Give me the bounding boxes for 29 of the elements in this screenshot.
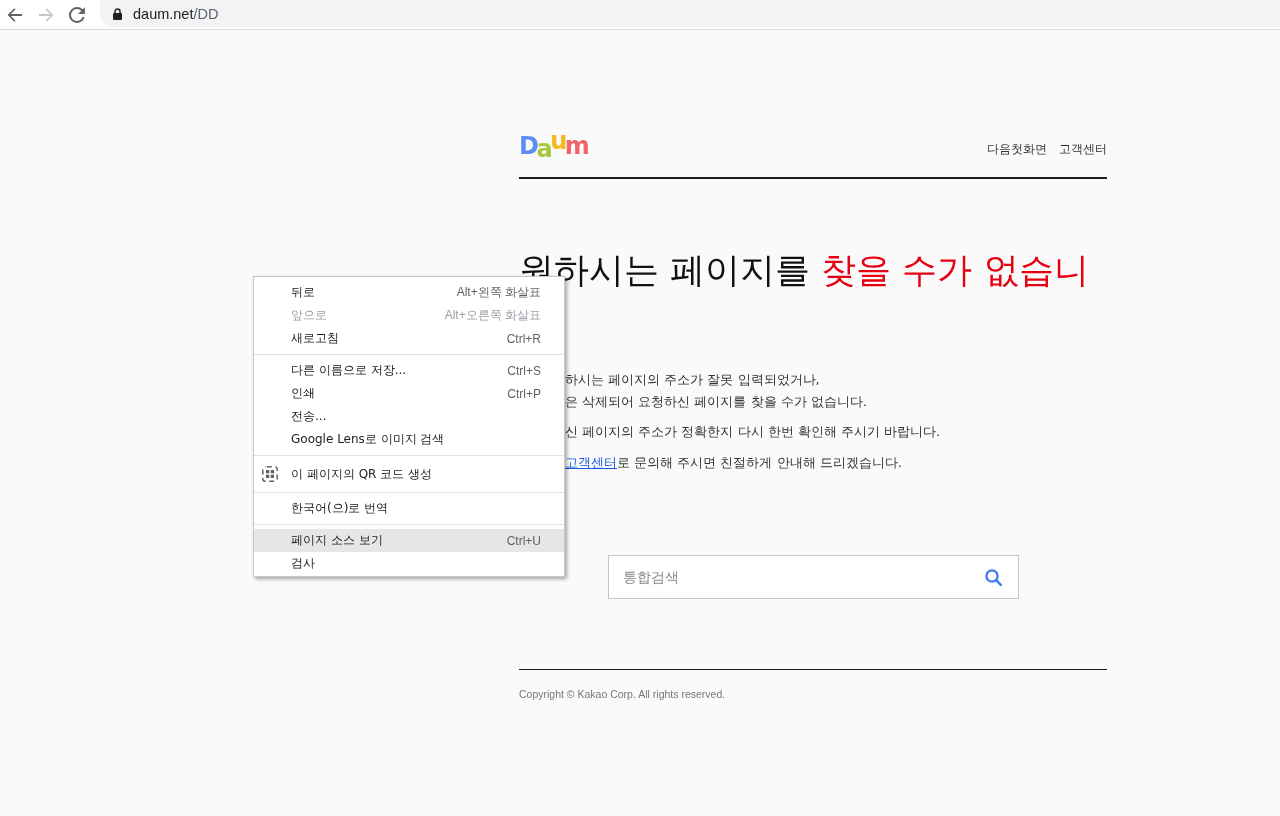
reload-icon[interactable]: [69, 6, 85, 23]
header-link[interactable]: 고객센터: [1059, 141, 1107, 157]
keyboard-shortcut: Ctrl+S: [507, 363, 541, 378]
menu-item[interactable]: 새로고침 Ctrl+R: [254, 327, 564, 350]
menu-item[interactable]: Google Lens로 이미지 검색: [254, 428, 564, 451]
qr-code-icon: [262, 466, 278, 482]
copyright-text: Copyright © Kakao Corp. All rights reserved.: [519, 687, 727, 702]
menu-item[interactable]: 페이지 소스 보기 Ctrl+U: [254, 529, 564, 552]
search-icon[interactable]: [984, 569, 1002, 586]
lock-icon: [113, 7, 122, 20]
keyboard-shortcut: Ctrl+U: [506, 533, 541, 548]
message-text: 신 페이지의 주소가 정확한지 다시 한번 확인해 주시기 바랍니다.: [565, 423, 942, 441]
url-text: daum.net/DD: [133, 5, 219, 22]
keyboard-shortcut: Ctrl+R: [506, 331, 541, 346]
customer-center-link[interactable]: 고객센터: [565, 455, 617, 470]
menu-item[interactable]: 전송...: [254, 405, 564, 428]
message-text: 하시는 페이지의 주소가 잘못 입력되었거나, 은 삭제되어 요청하신 페이지를 찾을 수가 없습니다.: [565, 371, 868, 411]
menu-item[interactable]: 인쇄 Ctrl+P: [254, 382, 564, 405]
menu-item[interactable]: 이 페이지의 QR 코드 생성: [254, 460, 564, 488]
menu-item[interactable]: 다른 이름으로 저장... Ctrl+S: [254, 359, 564, 382]
header-link[interactable]: 다음첫화면: [987, 141, 1047, 157]
search-field[interactable]: 통합검색: [607, 555, 1019, 599]
keyboard-shortcut: Alt+오른쪽 화살표: [444, 307, 541, 324]
back-icon[interactable]: [7, 6, 23, 23]
keyboard-shortcut: Ctrl+P: [507, 386, 541, 401]
menu-item[interactable]: 한국어(으)로 번역: [254, 497, 564, 520]
menu-item[interactable]: 검사: [254, 552, 564, 575]
address-bar[interactable]: daum.net/DD: [100, 0, 1280, 27]
message-text: 고객센터 로 문의해 주시면 친절하게 안내해 드리겠습니다.: [565, 454, 903, 472]
